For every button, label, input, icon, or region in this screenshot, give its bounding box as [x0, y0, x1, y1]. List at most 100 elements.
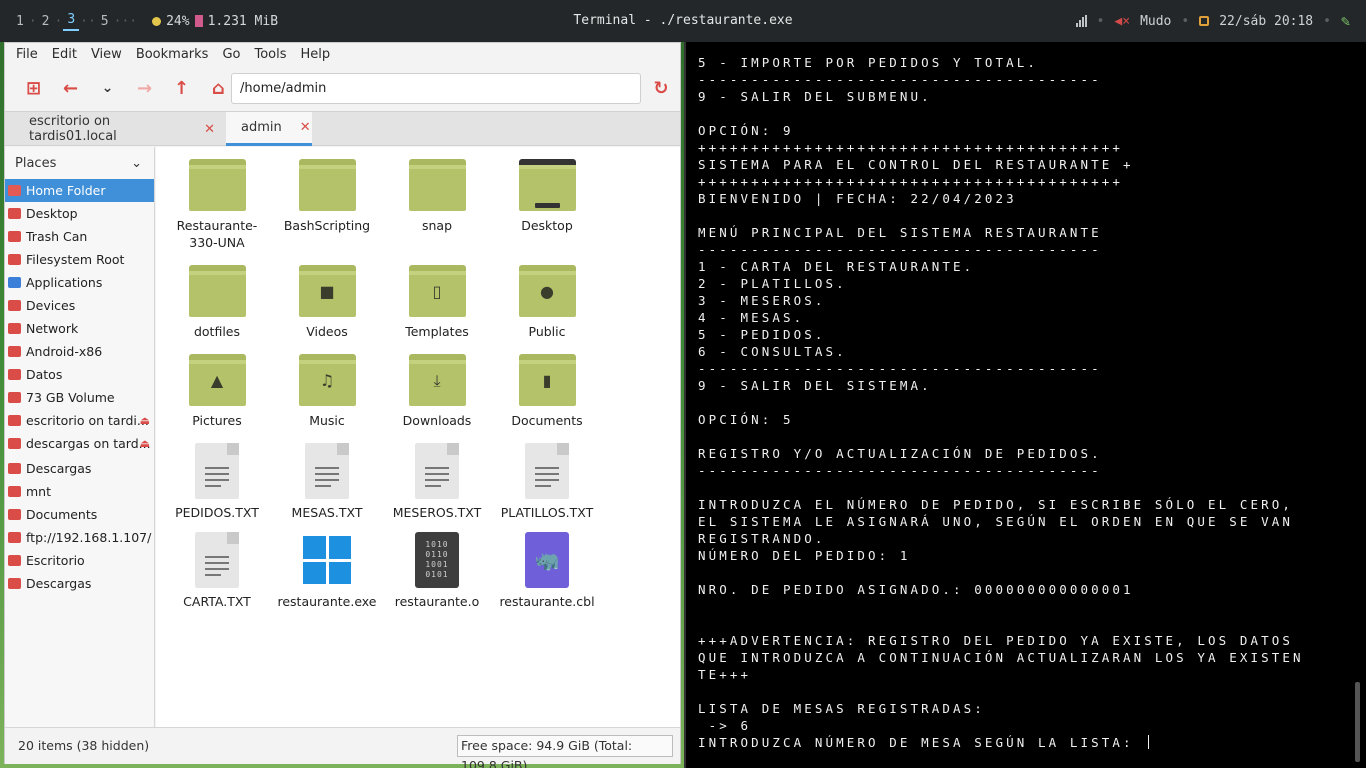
file-icon-view: Restaurante-330-UNA BashScripting snap Desk…	[156, 147, 680, 727]
mute-icon[interactable]: ◀×	[1114, 14, 1130, 29]
sidebar-item[interactable]: escritorio on tardi... ⏏	[5, 409, 154, 432]
drive-icon	[8, 392, 21, 403]
sidebar-item-label: Filesystem Root	[26, 252, 125, 267]
chevron-down-icon[interactable]: ⌄	[131, 156, 142, 171]
sidebar-item[interactable]: Desktop	[5, 202, 154, 225]
file-item[interactable]: ● Public	[492, 265, 602, 340]
sidebar-item[interactable]: Descargas	[5, 457, 154, 480]
places-header[interactable]: Places ⌄	[5, 147, 154, 179]
folder-icon	[8, 555, 21, 566]
tab-escritorio[interactable]: escritorio on tardis01.local ✕	[5, 112, 227, 146]
sidebar-item[interactable]: 73 GB Volume	[5, 386, 154, 409]
calendar-icon	[1199, 16, 1210, 26]
workspace-3[interactable]: 3	[63, 12, 80, 31]
file-item[interactable]: 1010 0110 1001 0101 restaurante.o	[382, 532, 492, 610]
folder-icon	[8, 486, 21, 497]
file-name: Pictures	[192, 413, 242, 428]
menu-edit[interactable]: Edit	[45, 43, 84, 67]
sidebar-item[interactable]: Devices	[5, 294, 154, 317]
sidebar-item[interactable]: mnt	[5, 480, 154, 503]
file-item[interactable]: ▮ Documents	[492, 354, 602, 429]
menu-go[interactable]: Go	[215, 43, 247, 67]
terminal-scrollbar[interactable]	[1355, 682, 1360, 762]
close-tab-icon[interactable]: ✕	[300, 120, 311, 135]
volume-label[interactable]: Mudo	[1140, 14, 1171, 29]
file-item[interactable]: ⤓ Downloads	[382, 354, 492, 429]
menu-file[interactable]: File	[9, 43, 45, 67]
terminal-line: BIENVENIDO | FECHA: 22/04/2023	[698, 191, 1017, 206]
network-icon	[8, 323, 21, 334]
file-item[interactable]: ▲ Pictures	[162, 354, 272, 429]
file-item[interactable]: CARTA.TXT	[162, 532, 272, 610]
file-name: Downloads	[402, 413, 472, 428]
paperclip-icon[interactable]: ✎	[1341, 12, 1350, 30]
folder-icon	[408, 159, 466, 211]
file-item[interactable]: Restaurante-330-UNA	[162, 159, 272, 251]
sidebar-item[interactable]: Escritorio	[5, 549, 154, 572]
file-item[interactable]: restaurante.exe	[272, 532, 382, 610]
file-item[interactable]: Desktop	[492, 159, 602, 234]
folder-icon	[298, 159, 356, 211]
sidebar-item[interactable]: Filesystem Root	[5, 248, 154, 271]
terminal-line: ++++++++++++++++++++++++++++++++++++++++	[698, 174, 1124, 189]
sidebar-item[interactable]: Network	[5, 317, 154, 340]
terminal-line: -> 6	[698, 718, 752, 733]
sidebar-item[interactable]: Android-x86	[5, 340, 154, 363]
workspace-separator: ·	[28, 13, 37, 29]
up-arrow-icon[interactable]: ↑	[163, 72, 200, 104]
file-item[interactable]: snap	[382, 159, 492, 234]
history-chevron-icon[interactable]: ⌄	[89, 72, 126, 104]
file-item[interactable]: BashScripting	[272, 159, 382, 234]
workspace-1[interactable]: 1	[12, 14, 28, 29]
sidebar-item[interactable]: Home Folder	[5, 179, 154, 202]
workspace-5[interactable]: 5	[97, 14, 113, 29]
eject-icon[interactable]: ⏏	[140, 437, 150, 450]
terminal-line: MENÚ PRINCIPAL DEL SISTEMA RESTAURANTE	[698, 225, 1102, 240]
eject-icon[interactable]: ⏏	[140, 414, 150, 427]
file-item[interactable]: PLATILLOS.TXT	[492, 443, 602, 521]
file-name: PEDIDOS.TXT	[175, 505, 259, 520]
tab-bar: escritorio on tardis01.local ✕ admin ✕	[5, 111, 680, 146]
menu-view[interactable]: View	[84, 43, 129, 67]
file-item[interactable]: ■ Videos	[272, 265, 382, 340]
folder-icon	[188, 265, 246, 317]
file-item[interactable]: PEDIDOS.TXT	[162, 443, 272, 521]
menu-tools[interactable]: Tools	[247, 43, 293, 67]
sidebar-item[interactable]: Documents	[5, 503, 154, 526]
reload-icon[interactable]: ↻	[647, 73, 675, 104]
workspace-separator: ·	[54, 13, 63, 29]
folder-icon	[8, 578, 21, 589]
new-tab-icon[interactable]: ⊞	[15, 72, 52, 104]
forward-arrow-icon[interactable]: →	[126, 72, 163, 104]
sidebar-item[interactable]: Applications	[5, 271, 154, 294]
terminal-line: +++ADVERTENCIA: REGISTRO DEL PEDIDO YA E…	[698, 633, 1294, 648]
sidebar-item[interactable]: Trash Can	[5, 225, 154, 248]
tab-admin[interactable]: admin ✕	[226, 112, 312, 146]
close-tab-icon[interactable]: ✕	[204, 122, 215, 137]
back-arrow-icon[interactable]: ←	[52, 72, 89, 104]
sidebar-item[interactable]: ftp://192.168.1.107/	[5, 526, 154, 549]
location-input[interactable]: /home/admin	[231, 73, 641, 104]
terminal-window[interactable]: 5 - IMPORTE POR PEDIDOS Y TOTAL. --------…	[684, 42, 1366, 768]
music-folder-icon: ♫	[298, 354, 356, 406]
signal-icon[interactable]	[1075, 15, 1087, 27]
sidebar-item[interactable]: Datos	[5, 363, 154, 386]
menu-bookmarks[interactable]: Bookmarks	[129, 43, 216, 67]
terminal-line: --------------------------------------	[698, 361, 1102, 376]
workspace-more: ···	[113, 13, 138, 29]
file-item[interactable]: 🦏 restaurante.cbl	[492, 532, 602, 610]
memory-value: 1.231 MiB	[207, 13, 279, 29]
pictures-folder-icon: ▲	[188, 354, 246, 406]
clock[interactable]: 22/sáb 20:18	[1219, 14, 1313, 29]
file-item[interactable]: MESAS.TXT	[272, 443, 382, 521]
sidebar-item[interactable]: Descargas	[5, 572, 154, 595]
file-item[interactable]: MESEROS.TXT	[382, 443, 492, 521]
menu-help[interactable]: Help	[294, 43, 338, 67]
terminal-line: --------------------------------------	[698, 72, 1102, 87]
file-item[interactable]: ▯ Templates	[382, 265, 492, 340]
file-item[interactable]: ♫ Music	[272, 354, 382, 429]
workspace-2[interactable]: 2	[38, 14, 54, 29]
sidebar-item[interactable]: descargas on tard... ⏏	[5, 432, 154, 455]
file-item[interactable]: dotfiles	[162, 265, 272, 340]
